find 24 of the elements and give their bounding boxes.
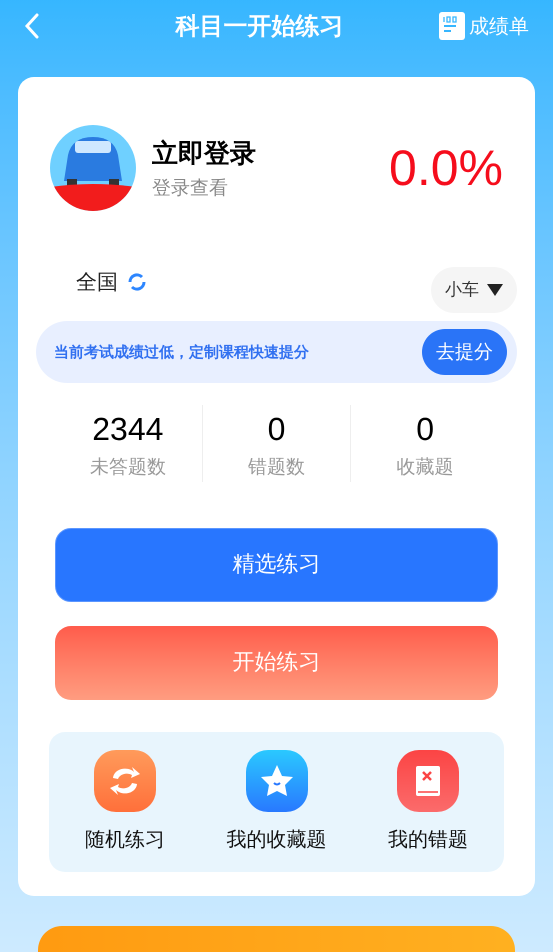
page-title: 科目一开始练习 — [176, 11, 344, 42]
book-icon — [397, 750, 460, 812]
back-icon[interactable] — [24, 13, 40, 40]
shortcut-item[interactable]: 我的收藏题 — [200, 750, 352, 854]
refresh-icon[interactable] — [126, 271, 148, 294]
refresh-icon — [94, 750, 156, 812]
shortcut-item[interactable]: 我的错题 — [352, 750, 504, 854]
vehicle-selector[interactable]: 小车 — [431, 267, 517, 314]
stat-value: 0 — [268, 410, 286, 450]
region-label: 全国 — [76, 268, 118, 296]
stat-label: 未答题数 — [90, 455, 166, 480]
login-title[interactable]: 立即登录 — [152, 134, 256, 174]
stat-value: 0 — [416, 410, 434, 450]
practice-button[interactable]: 精选练习 — [55, 528, 498, 602]
score-sheet-icon — [439, 12, 465, 40]
stat-label: 错题数 — [248, 455, 305, 480]
stat-value: 2344 — [92, 410, 164, 450]
dropdown-caret-icon — [487, 284, 503, 296]
login-subtitle: 登录查看 — [152, 176, 229, 201]
promo-text: 当前考试成绩过低，定制课程快速提分 — [54, 342, 309, 364]
improve-button[interactable]: 去提分 — [422, 329, 507, 376]
stat-label: 收藏题 — [396, 455, 454, 480]
shortcut-item[interactable]: 随机练习 — [49, 750, 201, 854]
score-percent: 0.0% — [389, 138, 503, 198]
